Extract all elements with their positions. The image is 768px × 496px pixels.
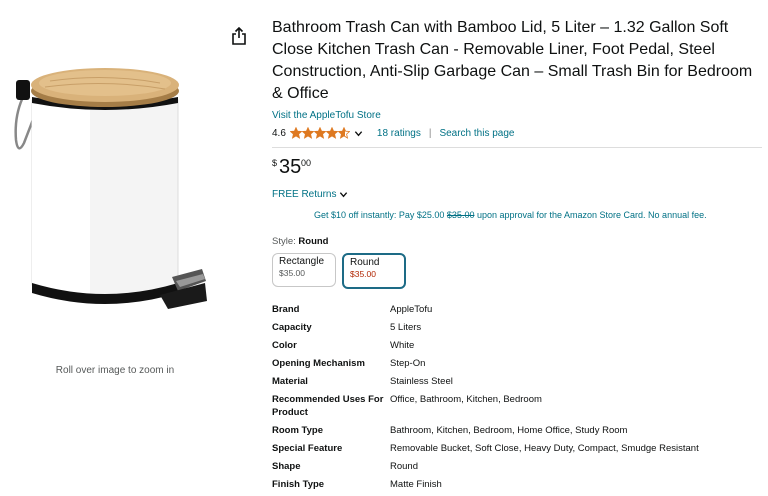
- star-icon: [313, 127, 326, 139]
- spec-value: AppleTofu: [390, 304, 433, 315]
- ratings-count-link[interactable]: 18 ratings: [377, 128, 421, 139]
- spec-row: Material Stainless Steel: [272, 375, 699, 393]
- option-name: Round: [350, 257, 380, 268]
- star-icon: [325, 127, 338, 139]
- spec-row: Recommended Uses For Product Office, Bath…: [272, 393, 699, 424]
- store-card-promo[interactable]: Get $10 off instantly: Pay $25.00 $35.00…: [314, 210, 762, 220]
- spec-key: Capacity: [272, 322, 312, 333]
- spec-value: Stainless Steel: [390, 376, 453, 387]
- spec-row: Opening Mechanism Step-On: [272, 357, 699, 375]
- promo-suffix: upon approval for the Amazon Store Card.…: [474, 210, 707, 220]
- spec-key: Color: [272, 340, 297, 351]
- option-round[interactable]: Round $35.00: [342, 253, 406, 289]
- separator: |: [428, 127, 432, 139]
- option-name: Rectangle: [279, 256, 325, 267]
- spec-row: Capacity 5 Liters: [272, 321, 699, 339]
- spec-value: Bathroom, Kitchen, Bedroom, Home Office,…: [390, 425, 628, 436]
- option-price: $35.00: [350, 269, 376, 279]
- spec-key: Opening Mechanism: [272, 358, 365, 369]
- zoom-hint: Roll over image to zoom in: [55, 365, 175, 376]
- product-title: Bathroom Trash Can with Bamboo Lid, 5 Li…: [272, 19, 753, 102]
- spec-key: Special Feature: [272, 443, 343, 454]
- rating-row: 4.6 18 ratings | Search this page: [272, 125, 762, 141]
- spec-value: Office, Bathroom, Kitchen, Bedroom: [390, 394, 542, 405]
- promo-strike-price: $35.00: [446, 210, 475, 220]
- star-icon: [289, 127, 302, 139]
- spec-key: Recommended Uses For Product: [272, 394, 384, 418]
- chevron-down-icon[interactable]: [354, 129, 363, 138]
- specs-table: Brand AppleTofu Capacity 5 Liters Color Whi…: [272, 303, 699, 496]
- style-selected: Round: [298, 236, 329, 247]
- spec-row: Shape Round: [272, 460, 699, 478]
- promo-prefix: Get $10 off instantly: Pay $25.00: [314, 210, 447, 220]
- free-returns-link[interactable]: FREE Returns: [272, 189, 352, 200]
- spec-key: Room Type: [272, 425, 324, 436]
- free-returns-label: FREE Returns: [272, 189, 337, 200]
- store-link[interactable]: Visit the AppleTofu Store: [272, 110, 381, 121]
- star-icon: [301, 127, 314, 139]
- spec-key: Material: [272, 376, 308, 387]
- option-price: $35.00: [279, 268, 305, 278]
- spec-key: Brand: [272, 304, 300, 315]
- spec-value: Round: [390, 461, 418, 472]
- price-whole: 35: [279, 156, 302, 178]
- spec-key: Finish Type: [272, 479, 325, 490]
- spec-row: Finish Type Matte Finish: [272, 478, 699, 496]
- product-image[interactable]: [10, 55, 215, 325]
- rating-number: 4.6: [272, 127, 286, 139]
- product-details: Bathroom Trash Can with Bamboo Lid, 5 Li…: [272, 17, 762, 496]
- price-fraction: 00: [301, 158, 312, 168]
- style-label-text: Style:: [272, 236, 296, 247]
- spec-row: Brand AppleTofu: [272, 303, 699, 321]
- search-page-link[interactable]: Search this page: [439, 128, 514, 139]
- spec-value: 5 Liters: [390, 322, 422, 333]
- star-rating[interactable]: [289, 127, 350, 139]
- price: $ 35 00: [272, 156, 762, 186]
- spec-value: Matte Finish: [390, 479, 442, 490]
- style-options: Rectangle $35.00 Round $35.00: [272, 253, 762, 289]
- spec-key: Shape: [272, 461, 301, 472]
- style-label: Style: Round: [272, 236, 762, 247]
- star-icon: [337, 127, 350, 139]
- spec-value: Step-On: [390, 358, 426, 369]
- spec-row: Color White: [272, 339, 699, 357]
- share-icon[interactable]: [231, 27, 247, 45]
- spec-row: Special Feature Removable Bucket, Soft Cl…: [272, 442, 699, 460]
- price-currency: $: [272, 158, 278, 168]
- spec-value: White: [390, 340, 415, 351]
- image-panel: Roll over image to zoom in: [0, 0, 255, 485]
- option-rectangle[interactable]: Rectangle $35.00: [272, 253, 336, 287]
- divider: [272, 147, 762, 148]
- spec-row: Room Type Bathroom, Kitchen, Bedroom, Hom…: [272, 424, 699, 442]
- chevron-down-icon: [340, 192, 348, 198]
- spec-value: Removable Bucket, Soft Close, Heavy Duty…: [390, 443, 699, 454]
